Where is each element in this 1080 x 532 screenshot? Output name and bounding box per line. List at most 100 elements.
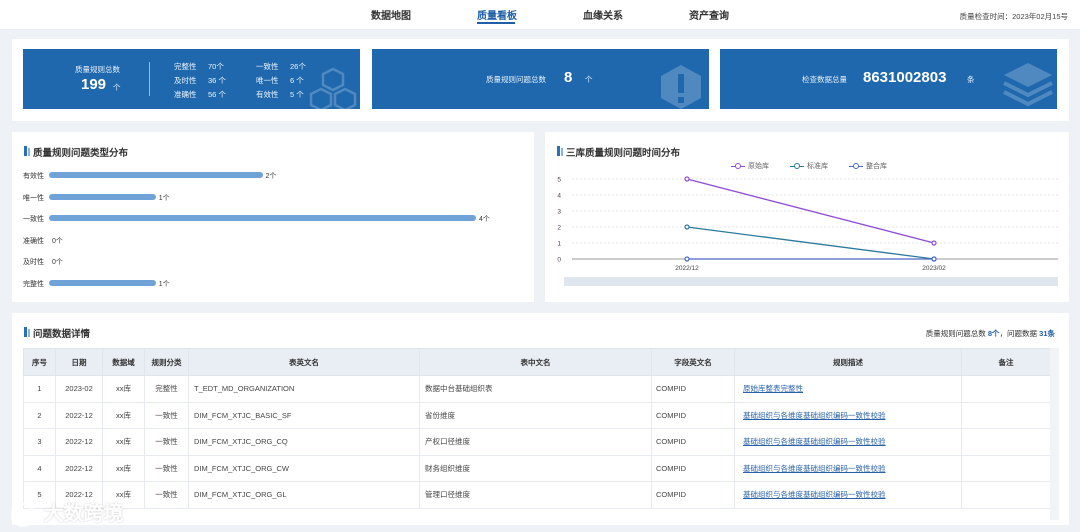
bar-mark[interactable] (49, 172, 263, 178)
rule-description-link[interactable]: 原始库整表完整性 (743, 384, 803, 393)
table-cell (961, 454, 1051, 482)
column-header[interactable]: 表中文名 (419, 348, 652, 376)
table-cell: 财务组织维度 (419, 454, 652, 482)
table-cell: 基础组织与各维度基础组织编码一致性校验 (734, 401, 962, 429)
table-cell: xx库 (102, 401, 145, 429)
rule-description-link[interactable]: 基础组织与各维度基础组织编码一致性校验 (743, 411, 886, 420)
rule-description-link[interactable]: 基础组织与各维度基础组织编码一致性校验 (743, 437, 886, 446)
issues-total-card: 质量规则问题总数 8 个 (372, 49, 709, 109)
table-row[interactable]: 2 2022-12 xx库 一致性 DIM_FCM_XTJC_BASIC_SF 省份维度 C… (23, 401, 1051, 429)
table-cell: 3 (23, 428, 56, 456)
table-cell: DIM_FCM_XTJC_ORG_GL (188, 481, 420, 509)
bar-value-label: 1个 (158, 281, 170, 288)
y-tick-label: 1 (557, 241, 561, 248)
table-cell: 2023-02 (55, 375, 103, 403)
table-cell: COMPID (651, 428, 735, 456)
breakdown-label: 及时性 (174, 76, 197, 85)
top-bar: 数据地图 质量看板 血缘关系 资产查询 质量检查时间：2023年02月15号 (0, 0, 1080, 30)
breakdown-value: 6 个 (290, 76, 304, 85)
breakdown-label: 有效性 (256, 90, 279, 99)
rules-total-label: 质量规则总数 (75, 65, 120, 74)
table-row[interactable]: 5 2022-12 xx库 一致性 DIM_FCM_XTJC_ORG_GL 管理口径维度 C… (23, 481, 1051, 509)
time-distribution-chart-panel: 三库质量规则问题时间分布 原始库 标准库 整合库 0 1 2 3 4 5 2022/12 2023… (545, 132, 1069, 302)
table-scrollbar[interactable] (1050, 348, 1059, 520)
check-date: 质量检查时间：2023年02月15号 (959, 12, 1068, 21)
column-header[interactable]: 序号 (23, 348, 56, 376)
table-cell (961, 375, 1051, 403)
table-cell: COMPID (651, 401, 735, 429)
bar-category-label: 一致性 (23, 216, 44, 224)
column-header[interactable]: 日期 (55, 348, 103, 376)
watermark-text: 大数跨境 (43, 503, 124, 525)
table-cell: 一致性 (144, 481, 189, 509)
table-cell: 一致性 (144, 428, 189, 456)
table-row[interactable]: 3 2022-12 xx库 一致性 DIM_FCM_XTJC_ORG_CQ 产权口径维度 C… (23, 428, 1051, 456)
breakdown-value: 36 个 (208, 76, 226, 85)
issues-total-label: 质量规则问题总数 (486, 75, 546, 84)
tab-lineage[interactable]: 血缘关系 (583, 7, 623, 22)
issue-type-chart-panel: 质量规则问题类型分布 有效性 2个 唯一性 1个 一致性 4个 准确性 0个 及时性 0个 完整性 1… (12, 132, 534, 302)
column-header[interactable]: 规则分类 (144, 348, 189, 376)
bar-mark[interactable] (49, 193, 156, 200)
table-cell: 一致性 (144, 401, 189, 429)
issue-details-title: 问题数据详情 (24, 326, 90, 340)
table-cell: 一致性 (144, 454, 189, 482)
data-point (684, 176, 690, 182)
rule-description-link[interactable]: 基础组织与各维度基础组织编码一致性校验 (743, 490, 886, 499)
breakdown-value: 26个 (290, 62, 306, 71)
breakdown-label: 唯一性 (256, 76, 279, 85)
issue-type-chart-title: 质量规则问题类型分布 (24, 145, 128, 159)
checked-total-unit: 条 (967, 75, 975, 84)
column-header[interactable]: 字段英文名 (651, 348, 735, 376)
breakdown-label: 准确性 (174, 90, 197, 99)
summary-mid: ，问题数据 (999, 329, 1038, 338)
column-header[interactable]: 备注 (961, 348, 1051, 376)
bar-value-label: 2个 (265, 173, 277, 180)
column-header[interactable]: 规则描述 (734, 348, 962, 376)
table-cell: 2022-12 (55, 401, 103, 429)
issues-total-unit: 个 (585, 75, 593, 84)
table-cell: 基础组织与各维度基础组织编码一致性校验 (734, 454, 962, 482)
bar-mark[interactable] (49, 215, 476, 222)
breakdown-label: 完整性 (174, 62, 197, 71)
table-cell: COMPID (651, 375, 735, 403)
chart-zoom-slider[interactable] (564, 277, 1058, 286)
card-divider (149, 62, 150, 96)
bar-value-label: 1个 (158, 194, 170, 202)
column-header[interactable]: 表英文名 (188, 348, 420, 376)
bar-category-label: 及时性 (23, 259, 44, 267)
y-tick-label: 3 (557, 209, 561, 216)
table-cell: 完整性 (144, 375, 189, 403)
table-row[interactable]: 1 2023-02 xx库 完整性 T_EDT_MD_ORGANIZATION 数据中台基… (23, 375, 1051, 403)
y-tick-label: 4 (557, 193, 561, 200)
table-cell: 基础组织与各维度基础组织编码一致性校验 (734, 481, 962, 509)
table-cell: DIM_FCM_XTJC_ORG_CW (188, 454, 420, 482)
breakdown-value: 70个 (208, 62, 224, 71)
tab-data-map[interactable]: 数据地图 (371, 7, 411, 22)
table-cell: xx库 (102, 428, 145, 456)
column-header[interactable]: 数据域 (102, 348, 145, 376)
watermark-logo: 大数跨境 (8, 497, 124, 527)
data-point (931, 256, 937, 262)
tab-quality-board[interactable]: 质量看板 (477, 7, 517, 22)
rule-description-link[interactable]: 基础组织与各维度基础组织编码一致性校验 (743, 464, 886, 473)
tab-asset-search[interactable]: 资产查询 (689, 7, 729, 22)
bar-category-label: 唯一性 (23, 194, 44, 202)
table-cell: T_EDT_MD_ORGANIZATION (188, 375, 420, 403)
bar-category-label: 有效性 (23, 173, 44, 180)
issue-details-table: 序号 日期 数据域 规则分类 表英文名 表中文名 字段英文名 规则描述 备注 1… (23, 348, 1051, 509)
summary-prefix: 质量规则问题总数 (925, 329, 986, 338)
rules-total-card: 质量规则总数 199 个 完整性 70个 一致性 26个 及时性 36 个 唯一… (23, 49, 360, 109)
bar-value-label: 0个 (52, 259, 63, 267)
table-cell: DIM_FCM_XTJC_BASIC_SF (188, 401, 420, 429)
issues-total-value: 8 (564, 69, 573, 86)
data-point (684, 224, 690, 230)
watermark-icon (10, 502, 36, 527)
table-row[interactable]: 4 2022-12 xx库 一致性 DIM_FCM_XTJC_ORG_CW 财务组织维度 C… (23, 454, 1051, 482)
rules-total-value: 199 (81, 76, 107, 93)
table-cell: 1 (23, 375, 56, 403)
bar-value-label: 0个 (52, 237, 63, 245)
x-tick-label: 2022/12 (675, 265, 699, 272)
table-cell: 基础组织与各维度基础组织编码一致性校验 (734, 428, 962, 456)
bar-mark[interactable] (49, 280, 156, 286)
